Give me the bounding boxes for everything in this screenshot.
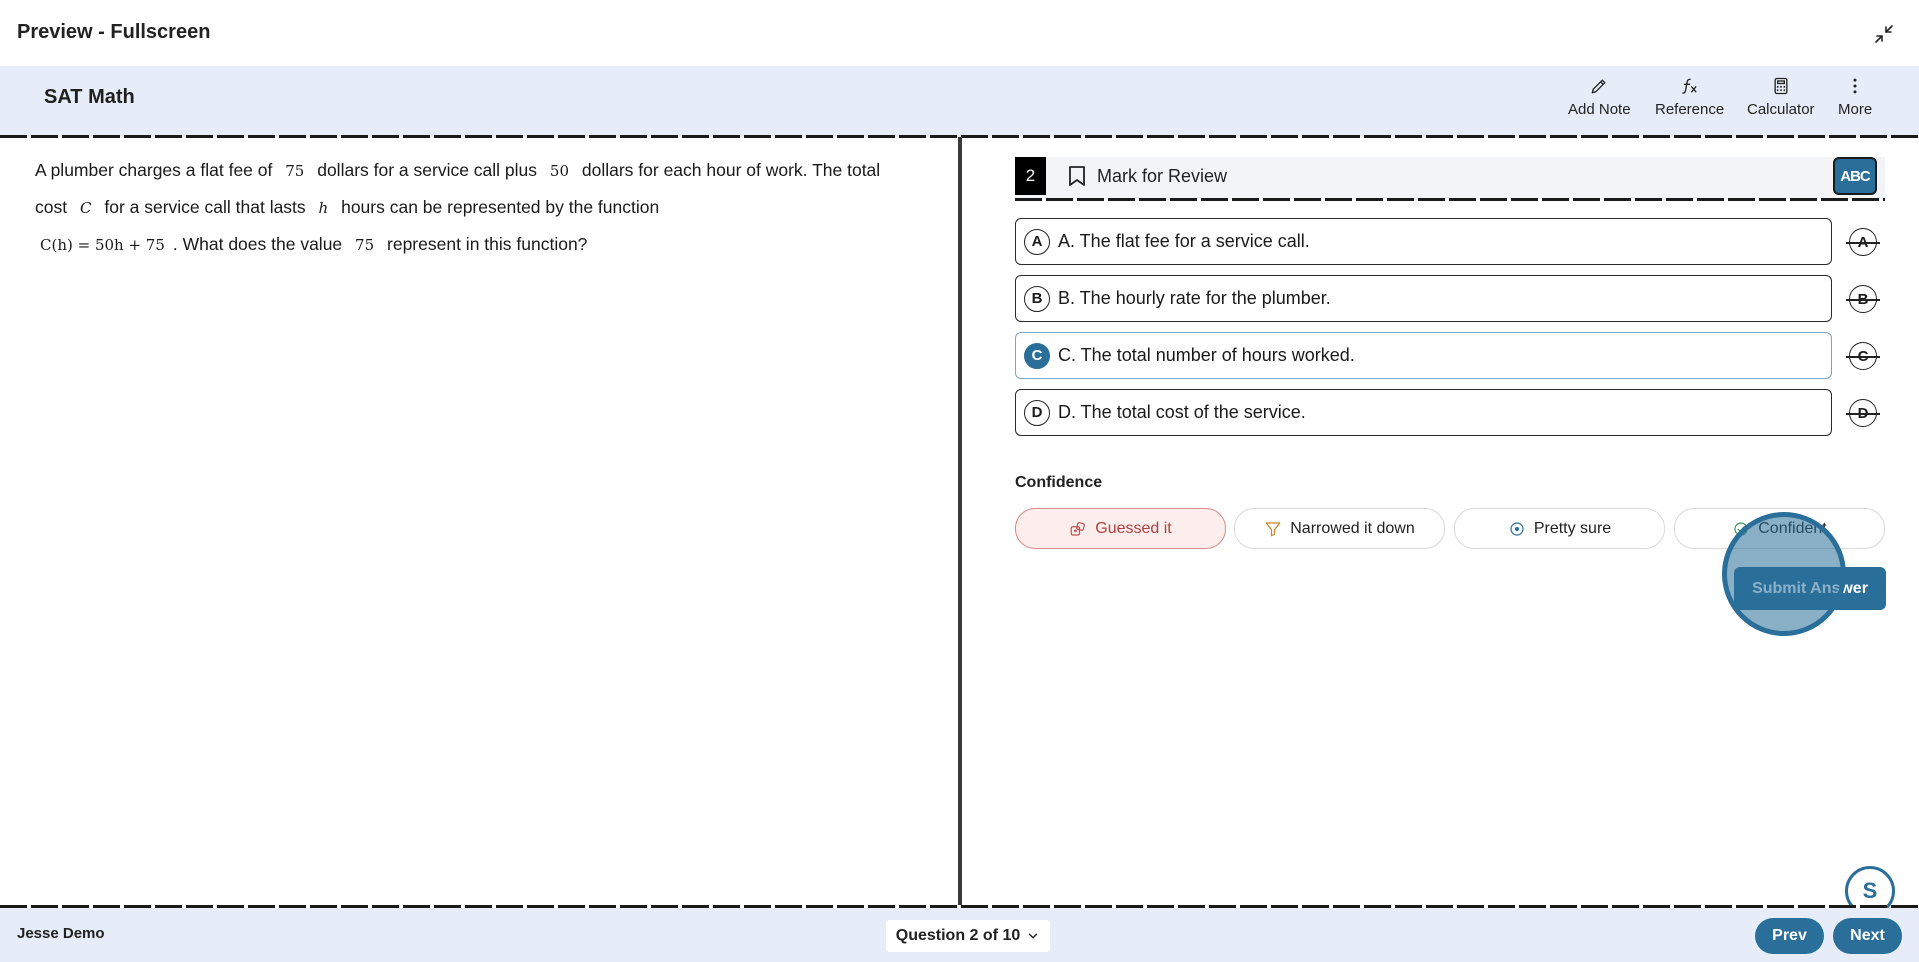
- check-circle-icon: [1734, 521, 1748, 536]
- mark-for-review-label: Mark for Review: [1097, 165, 1228, 186]
- question-text: A plumber charges a flat fee of 75 dolla…: [35, 152, 915, 263]
- user-name: Jesse Demo: [17, 925, 105, 942]
- choice-letter: D: [1024, 399, 1050, 426]
- math-h: h: [318, 199, 329, 217]
- mark-for-review-button[interactable]: Mark for Review: [1067, 165, 1227, 187]
- question-number: 2: [1015, 157, 1046, 195]
- question-bar: 2 Mark for Review ABC: [1015, 157, 1885, 199]
- confidence-confident-button[interactable]: Confident: [1674, 508, 1885, 549]
- confidence-label: Confidence: [1015, 474, 1103, 491]
- choice-c[interactable]: C C. The total number of hours worked.: [1015, 332, 1832, 379]
- more-button[interactable]: More: [1838, 76, 1872, 118]
- eliminate-b-button[interactable]: B: [1846, 285, 1880, 313]
- question-text-part: . What does the value: [172, 234, 343, 254]
- window-title: Preview - Fullscreen: [17, 21, 211, 43]
- submit-answer-button[interactable]: Submit Answer: [1734, 567, 1886, 610]
- choice-text: D. The total cost of the service.: [1058, 402, 1306, 422]
- question-text-part: hours can be represented by the function: [341, 197, 660, 217]
- eliminate-d-button[interactable]: D: [1846, 399, 1880, 427]
- question-navigator-button[interactable]: Question 2 of 10: [886, 920, 1050, 952]
- confidence-confident-label: Confident: [1758, 519, 1827, 537]
- calculator-button[interactable]: Calculator: [1747, 76, 1815, 118]
- question-pane: A plumber charges a flat fee of 75 dolla…: [0, 140, 958, 904]
- footer-bar: Jesse Demo Question 2 of 10 Prev Next: [0, 908, 1919, 962]
- collapse-icon[interactable]: [1872, 22, 1896, 46]
- choice-d[interactable]: D D. The total cost of the service.: [1015, 389, 1832, 436]
- question-text-part: A plumber charges a flat fee of: [35, 160, 273, 180]
- strikethrough-toggle-button[interactable]: ABC: [1833, 157, 1877, 195]
- app-header: SAT Math Add Note Reference Calculator M…: [0, 66, 1919, 137]
- math-c: C: [79, 199, 92, 217]
- window-titlebar: Preview - Fullscreen: [0, 0, 1919, 66]
- choice-text: C. The total number of hours worked.: [1058, 345, 1355, 365]
- target-icon: [1510, 521, 1524, 536]
- choice-text: B. The hourly rate for the plumber.: [1058, 288, 1331, 308]
- confidence-narrowed-label: Narrowed it down: [1290, 519, 1415, 537]
- chevron-down-icon: [1029, 933, 1038, 939]
- choice-letter: B: [1024, 285, 1050, 312]
- pencil-icon: [1591, 79, 1606, 94]
- confidence-narrowed-button[interactable]: Narrowed it down: [1234, 508, 1445, 549]
- math-value: 75: [355, 236, 375, 254]
- choice-a[interactable]: A A. The flat fee for a service call.: [1015, 218, 1832, 265]
- reference-label: Reference: [1655, 101, 1725, 118]
- kebab-icon: [1853, 78, 1857, 94]
- confidence-pretty-sure-button[interactable]: Pretty sure: [1454, 508, 1665, 549]
- app-title: SAT Math: [44, 86, 135, 108]
- confidence-guessed-label: Guessed it: [1095, 519, 1172, 537]
- pane-divider[interactable]: [958, 137, 962, 905]
- eliminate-c-button[interactable]: C: [1846, 342, 1880, 370]
- add-note-label: Add Note: [1568, 101, 1631, 118]
- math-fee: 75: [285, 162, 305, 180]
- question-bar-divider: [1015, 198, 1885, 201]
- question-text-part: represent in this function?: [387, 234, 588, 254]
- more-label: More: [1838, 101, 1873, 118]
- prev-button[interactable]: Prev: [1755, 918, 1824, 954]
- confidence-pretty-sure-label: Pretty sure: [1533, 519, 1612, 537]
- choice-b[interactable]: B B. The hourly rate for the plumber.: [1015, 275, 1832, 322]
- choice-letter: C: [1024, 342, 1050, 369]
- math-rate: 50: [549, 162, 569, 180]
- question-text-part: for a service call that lasts: [104, 197, 306, 217]
- add-note-button[interactable]: Add Note: [1568, 76, 1631, 118]
- dice-icon: [1070, 521, 1086, 536]
- reference-button[interactable]: Reference: [1655, 76, 1724, 118]
- confidence-guessed-button[interactable]: Guessed it: [1015, 508, 1226, 549]
- calculator-label: Calculator: [1747, 101, 1815, 118]
- filter-icon: [1265, 521, 1281, 536]
- next-button[interactable]: Next: [1833, 918, 1902, 954]
- eliminate-a-button[interactable]: A: [1846, 228, 1880, 256]
- choice-text: A. The flat fee for a service call.: [1058, 231, 1310, 251]
- question-text-part: dollars for a service call plus: [317, 160, 538, 180]
- math-function: C(h) = 50h + 75: [40, 236, 165, 254]
- calculator-icon: [1774, 77, 1788, 95]
- question-navigator-label: Question 2 of 10: [895, 927, 1021, 944]
- function-icon: [1681, 78, 1697, 94]
- choice-letter: A: [1024, 228, 1050, 255]
- bookmark-icon: [1069, 166, 1085, 186]
